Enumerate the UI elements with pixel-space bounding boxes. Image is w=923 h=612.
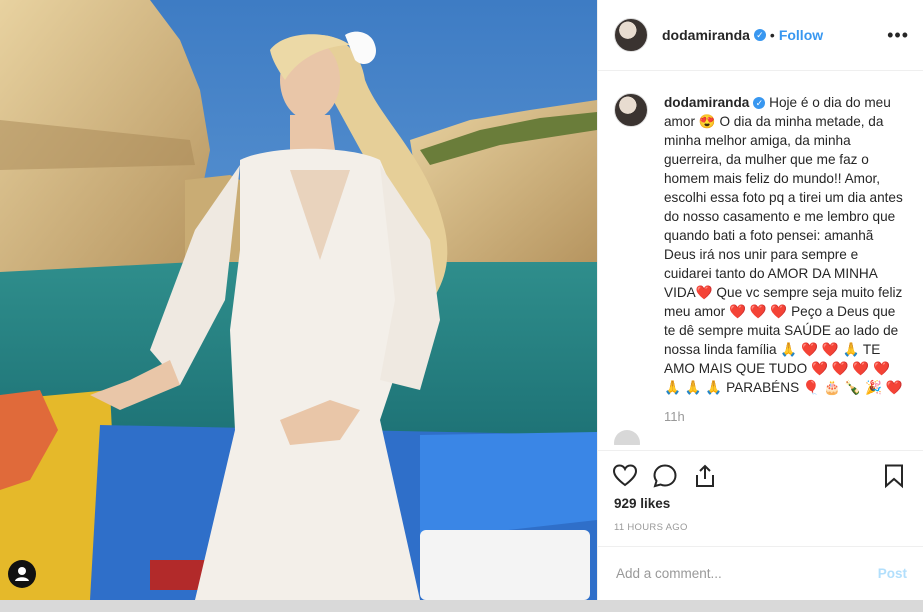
caption-text: Hoje é o dia do meu amor 😍 O dia da minh… [664, 95, 903, 395]
comment-input[interactable] [614, 565, 878, 582]
caption-avatar[interactable] [614, 93, 648, 127]
post-image [0, 0, 597, 600]
post-header: dodamiranda ✓ • Follow ••• [598, 0, 923, 71]
comment-icon[interactable] [652, 463, 680, 491]
background-strip [0, 600, 923, 612]
likes-count[interactable]: 929 likes [614, 496, 670, 511]
comments-area: dodamiranda ✓ Hoje é o dia do meu amor 😍 … [598, 71, 923, 445]
action-bar [598, 450, 923, 498]
heart-icon[interactable] [612, 463, 640, 491]
post-photo[interactable] [0, 0, 597, 600]
separator-dot: • [769, 27, 775, 43]
bookmark-icon[interactable] [881, 463, 909, 491]
caption-body: dodamiranda ✓ Hoje é o dia do meu amor 😍 … [664, 93, 906, 397]
avatar [614, 430, 640, 445]
caption: dodamiranda ✓ Hoje é o dia do meu amor 😍 … [614, 93, 907, 397]
more-options-icon[interactable]: ••• [887, 25, 909, 46]
caption-username[interactable]: dodamiranda [664, 95, 749, 110]
add-comment-bar: Post [598, 546, 923, 600]
username[interactable]: dodamiranda [662, 27, 750, 43]
comment-time: 11h [664, 409, 685, 424]
post-sidebar: dodamiranda ✓ • Follow ••• dodamiranda ✓ … [597, 0, 923, 600]
user-tag-icon[interactable] [8, 560, 36, 588]
share-icon[interactable] [692, 463, 720, 491]
verified-badge-icon: ✓ [753, 97, 766, 110]
next-comment-peek [614, 430, 907, 445]
post-comment-button[interactable]: Post [878, 566, 907, 581]
post-timestamp: 11 HOURS AGO [614, 522, 688, 533]
avatar[interactable] [614, 18, 648, 52]
follow-button[interactable]: Follow [779, 27, 823, 43]
verified-badge-icon: ✓ [753, 29, 766, 41]
